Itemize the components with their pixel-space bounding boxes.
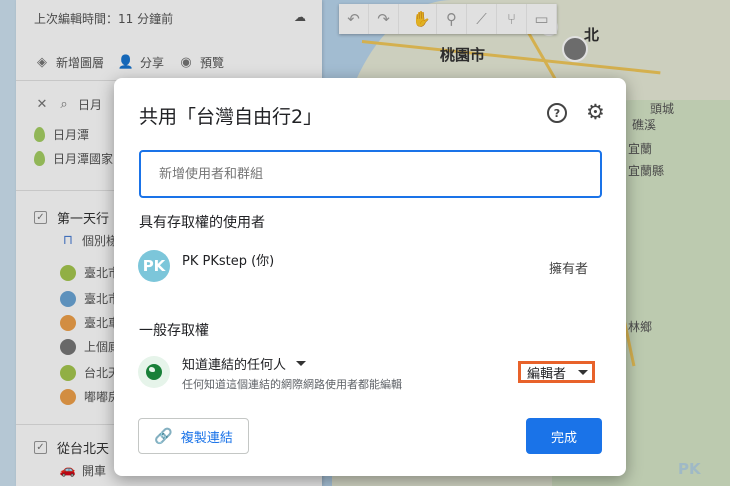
caret-down-icon bbox=[296, 361, 307, 366]
globe-icon bbox=[138, 356, 170, 388]
user-name: PK PKstep (你) bbox=[182, 254, 275, 269]
owner-role: 擁有者 bbox=[549, 262, 589, 277]
add-people-input[interactable] bbox=[139, 150, 602, 198]
link-access-dropdown[interactable]: 知道連結的任何人 bbox=[182, 354, 307, 373]
general-access-heading: 一般存取權 bbox=[139, 323, 209, 339]
link-access-description: 任何知道這個連結的網際網路使用者都能編輯 bbox=[182, 378, 402, 391]
dialog-title: 共用「台灣自由行2」 bbox=[139, 106, 323, 128]
avatar: PK bbox=[138, 250, 170, 282]
help-icon[interactable]: ? bbox=[547, 103, 567, 123]
caret-down-icon bbox=[578, 369, 588, 375]
copy-link-button[interactable]: 🔗 複製連結 bbox=[138, 418, 249, 454]
link-icon: 🔗 bbox=[154, 427, 173, 445]
gear-icon[interactable]: ⚙ bbox=[586, 100, 605, 124]
share-dialog: 共用「台灣自由行2」 ? ⚙ 具有存取權的使用者 PK PK PKstep (你… bbox=[114, 78, 626, 476]
done-button[interactable]: 完成 bbox=[526, 418, 602, 454]
watermark: PK bbox=[678, 460, 701, 478]
access-users-heading: 具有存取權的使用者 bbox=[139, 215, 265, 231]
link-role-dropdown[interactable]: 編輯者 bbox=[518, 361, 595, 383]
